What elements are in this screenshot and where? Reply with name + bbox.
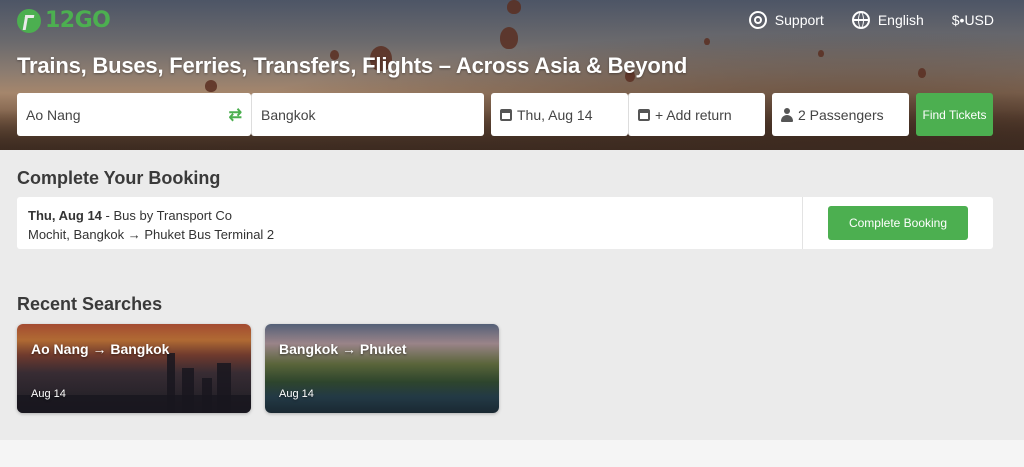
support-link[interactable]: Support <box>748 11 824 29</box>
passengers-field[interactable]: 2 Passengers <box>772 93 909 136</box>
top-nav: Support English $•USD <box>748 11 994 29</box>
currency-label: $•USD <box>951 12 994 28</box>
recent-search-route: Bangkok → Phuket <box>279 341 407 357</box>
currency-selector[interactable]: $•USD <box>952 12 994 28</box>
complete-booking-button[interactable]: Complete Booking <box>828 206 968 240</box>
balloon-decoration <box>205 80 217 92</box>
globe-icon <box>851 11 870 29</box>
date-field[interactable]: Thu, Aug 14 <box>491 93 628 136</box>
booking-card: Thu, Aug 14 - Bus by Transport Co Mochit… <box>17 197 993 249</box>
footer-strip <box>0 440 1024 467</box>
logo-text: 12GO <box>45 8 111 33</box>
balloon-decoration <box>500 27 518 49</box>
booking-date: Thu, Aug 14 <box>28 208 102 223</box>
support-label: Support <box>774 12 824 28</box>
calendar-icon <box>638 108 650 121</box>
recent-search-date: Aug 14 <box>279 388 314 400</box>
complete-booking-title: Complete Your Booking <box>17 168 221 188</box>
balloon-decoration <box>818 50 824 57</box>
find-tickets-button[interactable]: Find Tickets <box>916 93 993 136</box>
balloon-decoration <box>704 38 710 45</box>
swap-icon[interactable]: ⇄ <box>229 105 242 125</box>
recent-search-card[interactable]: Ao Nang → Bangkok Aug 14 <box>17 324 251 413</box>
recent-search-route: Ao Nang → Bangkok <box>31 341 170 357</box>
logo-icon <box>17 8 41 33</box>
logo[interactable]: 12GO <box>17 8 111 33</box>
date-value: Thu, Aug 14 <box>517 106 593 123</box>
language-selector[interactable]: English <box>851 11 924 29</box>
from-field[interactable]: Ao Nang ⇄ <box>17 93 251 136</box>
divider <box>802 197 803 249</box>
lifebuoy-icon <box>748 11 767 29</box>
booking-detail: - Bus by Transport Co <box>101 208 232 223</box>
language-label: English <box>877 12 924 28</box>
to-value: Bangkok <box>261 106 316 123</box>
to-field[interactable]: Bangkok <box>251 93 484 136</box>
booking-route: Mochit, Bangkok → Phuket Bus Terminal 2 <box>28 227 275 242</box>
page-headline: Trains, Buses, Ferries, Transfers, Fligh… <box>17 53 688 78</box>
passengers-value: 2 Passengers <box>798 106 884 123</box>
recent-search-date: Aug 14 <box>31 388 66 400</box>
balloon-decoration <box>507 0 521 14</box>
balloon-decoration <box>918 68 926 78</box>
return-value: + Add return <box>655 106 732 123</box>
booking-details: Thu, Aug 14 - Bus by Transport Co Mochit… <box>28 206 274 244</box>
calendar-icon <box>500 108 512 121</box>
recent-search-card[interactable]: Bangkok → Phuket Aug 14 <box>265 324 499 413</box>
from-value: Ao Nang <box>26 106 81 123</box>
recent-searches-title: Recent Searches <box>17 294 163 314</box>
user-icon <box>781 107 793 122</box>
return-date-field[interactable]: + Add return <box>628 93 765 136</box>
